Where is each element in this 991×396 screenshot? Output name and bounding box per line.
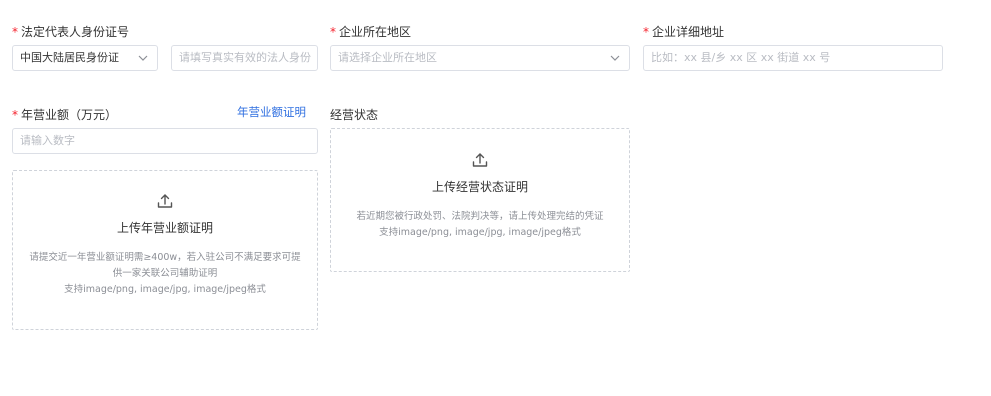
company-address-label: * 企业详细地址 [643,25,725,39]
company-region-select[interactable]: 请选择企业所在地区 [330,45,630,71]
required-mark: * [330,25,336,39]
business-status-upload[interactable]: 上传经营状态证明 若近期您被行政处罚、法院判决等，请上传处理完结的凭证 支持im… [330,128,630,272]
chevron-down-icon [610,55,620,61]
legal-id-label: * 法定代表人身份证号 [12,25,130,39]
required-mark: * [12,108,18,122]
upload-format-hint: 支持image/png, image/jpg, image/jpeg格式 [379,227,581,238]
required-mark: * [643,25,649,39]
required-mark: * [12,25,18,39]
company-address-placeholder: 比如：xx 县/乡 xx 区 xx 街道 xx 号 [651,51,831,64]
upload-icon [157,194,173,208]
id-number-input[interactable]: 请填写真实有效的法人身份 [171,45,318,71]
annual-revenue-input[interactable]: 请输入数字 [12,128,318,154]
annual-revenue-label: * 年营业额（万元） [12,108,118,122]
business-status-label: 经营状态 [330,108,379,122]
id-number-placeholder: 请填写真实有效的法人身份 [179,51,311,64]
company-address-input[interactable]: 比如：xx 县/乡 xx 区 xx 街道 xx 号 [643,45,943,71]
revenue-proof-upload[interactable]: 上传年营业额证明 请提交近一年营业额证明需≥400w，若入驻公司不满足要求可提 … [12,170,318,330]
upload-hint: 请提交近一年营业额证明需≥400w，若入驻公司不满足要求可提 [29,252,301,263]
upload-title: 上传经营状态证明 [431,180,528,194]
company-region-label: * 企业所在地区 [330,25,412,39]
upload-format-hint: 支持image/png, image/jpg, image/jpeg格式 [64,284,266,295]
revenue-proof-link[interactable]: 年营业额证明 [237,104,306,120]
upload-hint: 供一家关联公司辅助证明 [112,268,218,279]
id-type-value: 中国大陆居民身份证 [20,51,119,64]
chevron-down-icon [138,55,148,61]
company-region-placeholder: 请选择企业所在地区 [338,51,437,64]
upload-icon [472,153,488,167]
upload-hint: 若近期您被行政处罚、法院判决等，请上传处理完结的凭证 [356,211,604,222]
annual-revenue-placeholder: 请输入数字 [20,134,75,147]
upload-title: 上传年营业额证明 [116,221,213,235]
id-type-select[interactable]: 中国大陆居民身份证 [12,45,158,71]
